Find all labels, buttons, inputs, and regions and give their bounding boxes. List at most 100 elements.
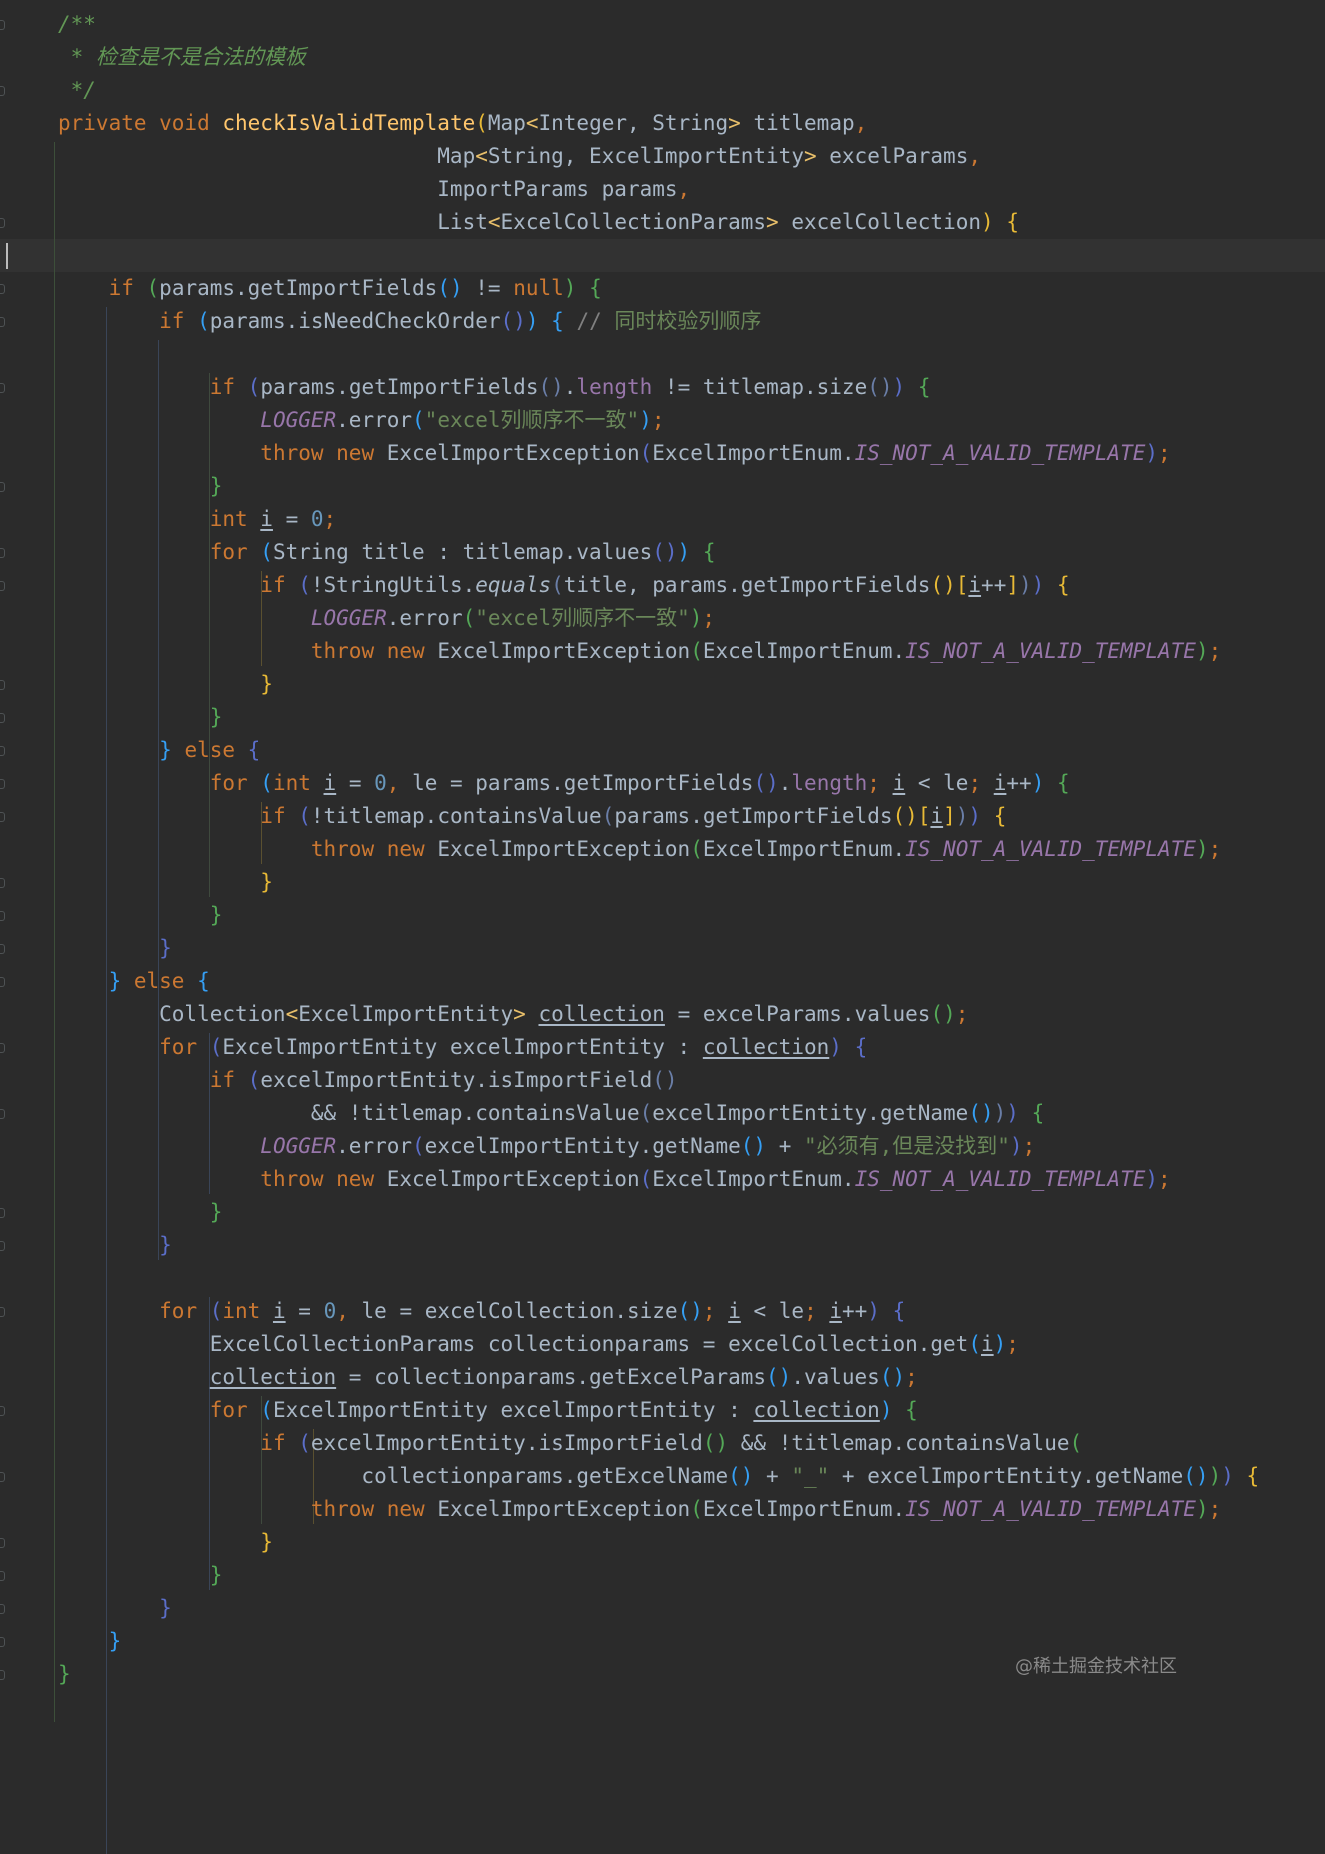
fold-marker-icon[interactable] [0,1637,5,1647]
fold-marker-icon[interactable] [0,911,5,921]
code-line[interactable]: throw new ExcelImportException(ExcelImpo… [58,437,1170,470]
code-line[interactable]: for (int i = 0, le = params.getImportFie… [58,767,1070,800]
code-line[interactable]: for (ExcelImportEntity excelImportEntity… [58,1031,867,1064]
code-line[interactable]: if (params.getImportFields().length != t… [58,371,931,404]
code-line[interactable]: } [58,1559,223,1592]
code-token: , [386,771,413,795]
fold-marker-icon[interactable] [0,878,5,888]
code-line[interactable]: */ [58,74,96,107]
code-line[interactable]: } [58,1592,172,1625]
code-line[interactable]: int i = 0; [58,503,336,536]
fold-marker-icon[interactable] [0,317,5,327]
code-token: { [589,276,602,300]
fold-marker-icon[interactable] [0,1571,5,1581]
fold-marker-icon[interactable] [0,581,5,591]
code-line[interactable]: collectionparams.getExcelName() + "_" + … [58,1460,1259,1493]
code-line[interactable]: throw new ExcelImportException(ExcelImpo… [58,1493,1221,1526]
fold-marker-icon[interactable] [0,1604,5,1614]
code-line[interactable]: for (ExcelImportEntity excelImportEntity… [58,1394,918,1427]
code-token: ) [1221,1464,1234,1488]
code-token: collection [538,1002,665,1026]
code-line[interactable]: if (params.isNeedCheckOrder()) { // 同时校验… [58,305,761,338]
code-line[interactable]: LOGGER.error("excel列顺序不一致"); [58,602,715,635]
fold-marker-icon[interactable] [0,20,5,30]
fold-marker-icon[interactable] [0,1307,5,1317]
code-line[interactable]: } [58,932,172,965]
fold-marker-icon[interactable] [0,1208,5,1218]
code-line[interactable]: if (!titlemap.containsValue(params.getIm… [58,800,1006,833]
code-line[interactable]: } [58,1658,71,1691]
code-token: collection [702,1035,830,1059]
fold-marker-icon[interactable] [0,1670,5,1680]
code-line[interactable]: for (int i = 0, le = excelCollection.siz… [58,1295,905,1328]
code-line[interactable]: private void checkIsValidTemplate(Map<In… [58,107,867,140]
code-token: if [209,1068,248,1092]
code-line[interactable]: /** [58,8,96,41]
code-line[interactable]: if (excelImportEntity.isImportField() &&… [58,1427,1082,1460]
code-line[interactable]: List<ExcelCollectionParams> excelCollect… [58,206,1019,239]
fold-marker-icon[interactable] [0,1109,5,1119]
code-line[interactable]: && !titlemap.containsValue(excelImportEn… [58,1097,1044,1130]
code-token: && !titlemap.containsValue [58,1101,640,1125]
fold-marker-icon[interactable] [0,779,5,789]
fold-marker-icon[interactable] [0,1538,5,1548]
fold-marker-icon[interactable] [0,746,5,756]
code-line[interactable]: } [58,1196,223,1229]
code-line[interactable]: } [58,701,223,734]
code-token: null [513,276,564,300]
code-line[interactable]: throw new ExcelImportException(ExcelImpo… [58,635,1221,668]
code-line[interactable]: } else { [58,734,260,767]
code-line[interactable]: } [58,866,273,899]
code-line[interactable]: LOGGER.error(excelImportEntity.getName()… [58,1130,1035,1163]
code-line[interactable]: LOGGER.error("excel列顺序不一致"); [58,404,664,437]
code-token: .error [336,1134,413,1158]
code-line[interactable]: } [58,668,273,701]
code-line[interactable]: Map<String, ExcelImportEntity> excelPara… [58,140,981,173]
code-token: i [930,804,944,828]
fold-marker-icon[interactable] [0,383,5,393]
fold-marker-icon[interactable] [0,86,5,96]
fold-marker-icon[interactable] [0,218,5,228]
code-line[interactable]: } [58,1625,122,1658]
code-line[interactable]: throw new ExcelImportException(ExcelImpo… [58,833,1221,866]
code-line[interactable]: for (String title : titlemap.values()) { [58,536,716,569]
code-line[interactable]: } else { [58,965,210,998]
code-line[interactable]: } [58,470,223,503]
code-token: ( [551,573,564,597]
code-token: () [930,1002,956,1026]
fold-marker-icon[interactable] [0,284,5,294]
code-line[interactable]: * 检查是不是合法的模板 [58,41,306,74]
code-line[interactable]: if (params.getImportFields() != null) { [58,272,602,305]
code-line[interactable]: } [58,899,223,932]
fold-marker-icon[interactable] [0,482,5,492]
code-token: .error [386,606,463,630]
code-line[interactable]: throw new ExcelImportException(ExcelImpo… [58,1163,1170,1196]
code-line[interactable]: if (excelImportEntity.isImportField() [58,1064,678,1097]
code-line[interactable]: collection = collectionparams.getExcelPa… [58,1361,918,1394]
code-editor[interactable]: /** * 检查是不是合法的模板 */ private void checkIsV… [0,0,1325,1854]
code-line[interactable]: ExcelCollectionParams collectionparams =… [58,1328,1019,1361]
fold-marker-icon[interactable] [0,977,5,987]
fold-marker-icon[interactable] [0,1406,5,1416]
code-token: ) [955,804,969,828]
code-token: ) [639,408,652,432]
fold-marker-icon[interactable] [0,680,5,690]
code-token: if [159,309,198,333]
code-token: } [260,672,273,696]
code-token: checkIsValidTemplate [222,111,476,135]
code-line[interactable]: } [58,1526,273,1559]
fold-marker-icon[interactable] [0,944,5,954]
code-line[interactable]: } [58,1229,172,1262]
fold-marker-icon[interactable] [0,812,5,822]
fold-marker-icon[interactable] [0,1472,5,1482]
fold-marker-icon[interactable] [0,1043,5,1053]
code-line[interactable]: ImportParams params, [58,173,690,206]
fold-marker-icon[interactable] [0,548,5,558]
fold-marker-icon[interactable] [0,1241,5,1251]
code-line[interactable]: if (!StringUtils.equals(title, params.ge… [58,569,1069,602]
code-line[interactable]: Collection<ExcelImportEntity> collection… [58,998,968,1031]
fold-marker-icon[interactable] [0,713,5,723]
